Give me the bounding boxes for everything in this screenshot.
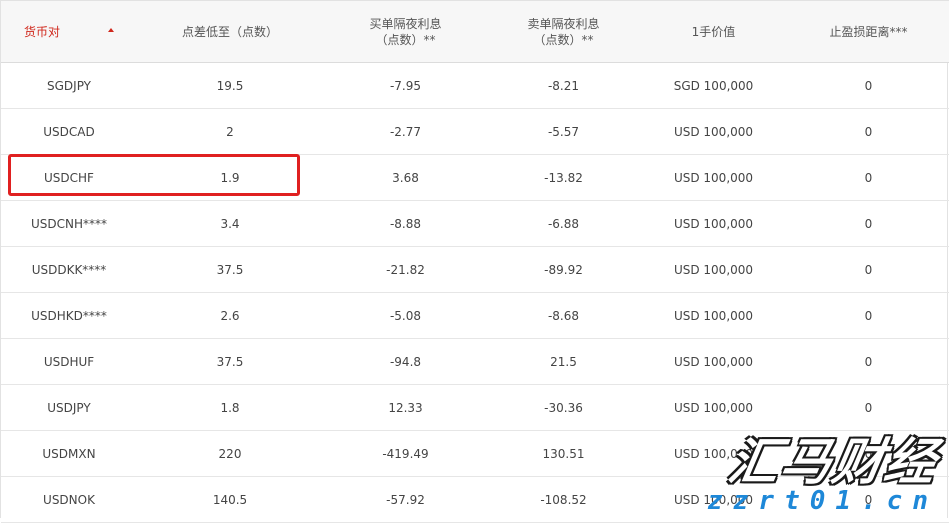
table-row: USDJPY 1.8 12.33 -30.36 USD 100,000 0 [1, 384, 949, 431]
header-sublabel: （点数）** [375, 32, 436, 47]
cell-stop-distance: 0 [788, 338, 949, 385]
cell-lot-value: USD 100,000 [639, 430, 788, 477]
table-row: USDMXN 220 -419.49 130.51 USD 100,000 0 [1, 430, 949, 477]
cell-sell-swap: -30.36 [488, 384, 639, 431]
cell-spread: 140.5 [137, 476, 323, 523]
cell-stop-distance: 0 [788, 200, 949, 247]
cell-lot-value: USD 100,000 [639, 292, 788, 339]
header-buy-swap[interactable]: 买单隔夜利息 （点数）** [323, 0, 488, 63]
cell-spread: 1.8 [137, 384, 323, 431]
cell-sell-swap: -6.88 [488, 200, 639, 247]
cell-spread: 19.5 [137, 62, 323, 109]
header-label: 卖单隔夜利息 [527, 16, 600, 31]
cell-stop-distance: 0 [788, 476, 949, 523]
header-label: 买单隔夜利息 [369, 16, 442, 31]
table-row: USDHUF 37.5 -94.8 21.5 USD 100,000 0 [1, 338, 949, 385]
table-row: USDCHF 1.9 3.68 -13.82 USD 100,000 0 [1, 154, 949, 201]
header-sublabel: （点数）** [533, 32, 594, 47]
cell-sell-swap: 21.5 [488, 338, 639, 385]
cell-sell-swap: 130.51 [488, 430, 639, 477]
cell-buy-swap: -57.92 [323, 476, 488, 523]
cell-sell-swap: -5.57 [488, 108, 639, 155]
table-row: USDCAD 2 -2.77 -5.57 USD 100,000 0 [1, 108, 949, 155]
cell-stop-distance: 0 [788, 62, 949, 109]
header-label: 货币对 [23, 24, 60, 39]
cell-currency-pair: USDMXN [1, 430, 137, 477]
cell-buy-swap: -94.8 [323, 338, 488, 385]
cell-buy-swap: -2.77 [323, 108, 488, 155]
header-stop-distance[interactable]: 止盈损距离*** [788, 0, 949, 63]
cell-buy-swap: -21.82 [323, 246, 488, 293]
cell-lot-value: USD 100,000 [639, 476, 788, 523]
table-row: USDDKK**** 37.5 -21.82 -89.92 USD 100,000 0 [1, 246, 949, 293]
table-row: USDNOK 140.5 -57.92 -108.52 USD 100,000 0 [1, 476, 949, 523]
cell-lot-value: USD 100,000 [639, 108, 788, 155]
cell-lot-value: USD 100,000 [639, 384, 788, 431]
cell-lot-value: SGD 100,000 [639, 62, 788, 109]
cell-spread: 37.5 [137, 246, 323, 293]
cell-lot-value: USD 100,000 [639, 154, 788, 201]
header-spread[interactable]: 点差低至（点数） [137, 0, 323, 63]
cell-spread: 2 [137, 108, 323, 155]
cell-stop-distance: 0 [788, 108, 949, 155]
cell-currency-pair: SGDJPY [1, 62, 137, 109]
cell-sell-swap: -89.92 [488, 246, 639, 293]
currency-rates-table: 货币对 点差低至（点数） 买单隔夜利息 （点数）** 卖单隔夜利息 （点数）**… [1, 0, 949, 523]
rates-table-container: 货币对 点差低至（点数） 买单隔夜利息 （点数）** 卖单隔夜利息 （点数）**… [0, 0, 949, 523]
cell-currency-pair: USDHKD**** [1, 292, 137, 339]
cell-lot-value: USD 100,000 [639, 246, 788, 293]
cell-buy-swap: -8.88 [323, 200, 488, 247]
cell-buy-swap: -5.08 [323, 292, 488, 339]
header-label: 止盈损距离*** [829, 24, 908, 39]
cell-stop-distance: 0 [788, 246, 949, 293]
cell-currency-pair: USDHUF [1, 338, 137, 385]
cell-currency-pair: USDDKK**** [1, 246, 137, 293]
cell-currency-pair: USDCNH**** [1, 200, 137, 247]
cell-lot-value: USD 100,000 [639, 200, 788, 247]
table-row: USDCNH**** 3.4 -8.88 -6.88 USD 100,000 0 [1, 200, 949, 247]
header-currency-pair[interactable]: 货币对 [1, 0, 137, 63]
table-body: SGDJPY 19.5 -7.95 -8.21 SGD 100,000 0 USDCAD 2-… [1, 62, 949, 523]
cell-stop-distance: 0 [788, 292, 949, 339]
cell-sell-swap: -8.21 [488, 62, 639, 109]
header-label: 1手价值 [691, 24, 736, 39]
cell-stop-distance: 0 [788, 430, 949, 477]
cell-sell-swap: -108.52 [488, 476, 639, 523]
cell-stop-distance: 0 [788, 384, 949, 431]
cell-buy-swap: -419.49 [323, 430, 488, 477]
cell-currency-pair: USDJPY [1, 384, 137, 431]
header-sell-swap[interactable]: 卖单隔夜利息 （点数）** [488, 0, 639, 63]
table-row: USDHKD**** 2.6 -5.08 -8.68 USD 100,000 0 [1, 292, 949, 339]
cell-currency-pair: USDNOK [1, 476, 137, 523]
cell-currency-pair: USDCHF [1, 154, 137, 201]
cell-sell-swap: -8.68 [488, 292, 639, 339]
cell-stop-distance: 0 [788, 154, 949, 201]
cell-spread: 220 [137, 430, 323, 477]
cell-sell-swap: -13.82 [488, 154, 639, 201]
table-row: SGDJPY 19.5 -7.95 -8.21 SGD 100,000 0 [1, 62, 949, 109]
cell-buy-swap: -7.95 [323, 62, 488, 109]
cell-spread: 2.6 [137, 292, 323, 339]
header-lot-value[interactable]: 1手价值 [639, 0, 788, 63]
cell-spread: 3.4 [137, 200, 323, 247]
cell-buy-swap: 12.33 [323, 384, 488, 431]
sort-ascending-icon[interactable] [108, 28, 114, 32]
cell-lot-value: USD 100,000 [639, 338, 788, 385]
cell-spread: 37.5 [137, 338, 323, 385]
cell-currency-pair: USDCAD [1, 108, 137, 155]
table-header-row: 货币对 点差低至（点数） 买单隔夜利息 （点数）** 卖单隔夜利息 （点数）**… [1, 0, 949, 63]
cell-spread: 1.9 [137, 154, 323, 201]
header-label: 点差低至（点数） [181, 24, 278, 39]
cell-buy-swap: 3.68 [323, 154, 488, 201]
